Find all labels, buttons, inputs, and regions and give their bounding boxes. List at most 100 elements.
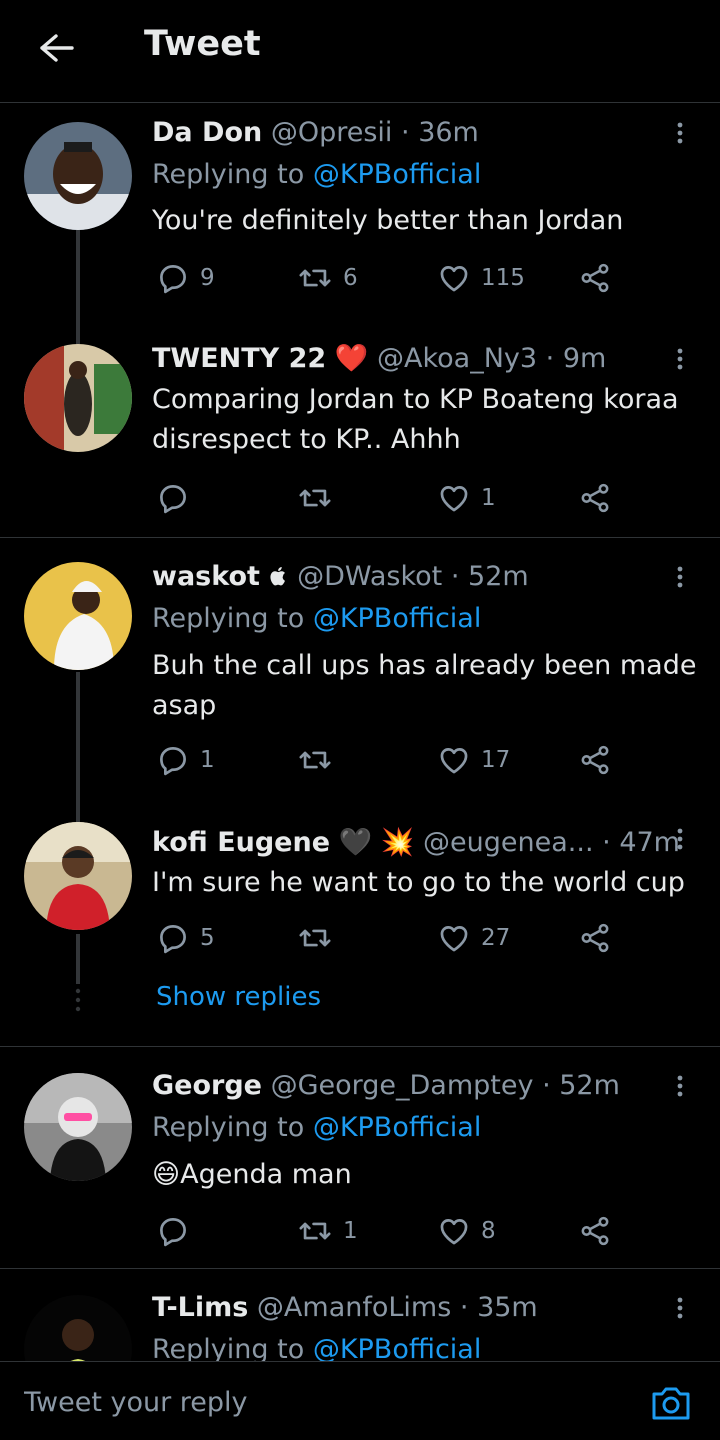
display-name[interactable]: George	[152, 1070, 262, 1101]
user-handle[interactable]: @Akoa_Ny3	[377, 343, 537, 374]
reply-tweet[interactable]: waskot @DWaskot · 52m Replying to @KPBof…	[0, 538, 720, 794]
tweet-header: George @George_Damptey · 52m	[152, 1069, 620, 1103]
tweet-header: T-Lims @AmanfoLims · 35m	[152, 1291, 538, 1325]
timestamp[interactable]: 52m	[468, 561, 529, 592]
share-icon	[578, 261, 612, 295]
user-handle[interactable]: @DWaskot	[297, 561, 442, 592]
timestamp[interactable]: 36m	[418, 117, 479, 148]
mention-link[interactable]: @KPBofficial	[313, 1112, 482, 1143]
like-button[interactable]: 1	[437, 478, 496, 518]
share-button[interactable]	[578, 740, 612, 780]
share-button[interactable]	[578, 918, 612, 958]
reply-tweet[interactable]: TWENTY 22 ❤️ @Akoa_Ny3 · 9m Comparing Jo…	[0, 334, 720, 536]
more-options-button[interactable]	[664, 1069, 696, 1103]
mention-link[interactable]: @KPBofficial	[313, 1334, 482, 1361]
retweet-icon	[297, 743, 333, 777]
reply-icon	[156, 261, 190, 295]
more-options-button[interactable]	[664, 116, 696, 150]
avatar[interactable]	[24, 822, 132, 930]
reply-count: 9	[200, 265, 215, 291]
mention-link[interactable]: @KPBofficial	[313, 603, 482, 634]
separator-dot: ·	[602, 827, 611, 858]
retweet-button[interactable]	[297, 478, 343, 518]
avatar[interactable]	[24, 562, 132, 670]
heart-icon	[437, 261, 471, 295]
more-options-button[interactable]	[664, 822, 696, 856]
share-icon	[578, 1214, 612, 1248]
tweet-header: kofi Eugene 🖤 💥 @eugenea... · 47m	[152, 826, 680, 860]
like-button[interactable]: 27	[437, 918, 510, 958]
avatar[interactable]	[24, 1073, 132, 1181]
tweet-reply-input[interactable]	[24, 1382, 624, 1422]
grinning-emoji: 😄	[152, 1159, 181, 1190]
retweet-button[interactable]: 6	[297, 258, 358, 298]
share-button[interactable]	[578, 1211, 612, 1251]
thread-continuation-dots	[72, 988, 84, 1016]
like-button[interactable]: 8	[437, 1211, 496, 1251]
back-button[interactable]	[36, 28, 76, 68]
share-button[interactable]	[578, 258, 612, 298]
tweet-header: Da Don @Opresii · 36m	[152, 116, 479, 150]
more-options-button[interactable]	[664, 342, 696, 376]
more-vertical-icon	[676, 347, 684, 371]
share-icon	[578, 921, 612, 955]
tweet-header: waskot @DWaskot · 52m	[152, 560, 529, 594]
timestamp[interactable]: 35m	[477, 1292, 538, 1323]
tweet-text: I'm sure he want to go to the world cup	[152, 867, 685, 898]
retweet-button[interactable]	[297, 918, 343, 958]
reply-tweet[interactable]: T-Lims @AmanfoLims · 35m Replying to @KP…	[0, 1269, 720, 1361]
show-replies-link[interactable]: Show replies	[156, 982, 321, 1012]
like-button[interactable]: 115	[437, 258, 525, 298]
camera-icon	[652, 1387, 690, 1420]
tweet-text: You're definitely better than Jordan	[152, 205, 624, 236]
replying-to-label: Replying to	[152, 159, 305, 190]
heart-icon	[437, 921, 471, 955]
reply-tweet[interactable]: Da Don @Opresii · 36m Replying to @KPBof…	[0, 104, 720, 334]
camera-button[interactable]	[648, 1380, 694, 1426]
display-name[interactable]: kofi Eugene	[152, 827, 330, 858]
user-handle[interactable]: @Opresii	[271, 117, 393, 148]
action-bar: 5 27	[152, 918, 622, 958]
display-name[interactable]: Da Don	[152, 117, 262, 148]
timestamp[interactable]: 52m	[559, 1070, 620, 1101]
user-handle[interactable]: @George_Damptey	[271, 1070, 534, 1101]
avatar[interactable]	[24, 344, 132, 452]
tweet-text-body: Agenda man	[180, 1159, 352, 1190]
apple-icon	[269, 567, 285, 586]
user-handle[interactable]: @AmanfoLims	[257, 1292, 451, 1323]
reply-tweet[interactable]: kofi Eugene 🖤 💥 @eugenea... · 47m I'm su…	[0, 794, 720, 964]
display-name[interactable]: T-Lims	[152, 1292, 248, 1323]
mention-link[interactable]: @KPBofficial	[313, 159, 482, 190]
avatar[interactable]	[24, 1295, 132, 1361]
reply-timeline[interactable]: Da Don @Opresii · 36m Replying to @KPBof…	[0, 104, 720, 1361]
reply-composer	[0, 1361, 720, 1440]
timestamp[interactable]: 9m	[563, 343, 606, 374]
separator-dot: ·	[542, 1070, 551, 1101]
more-options-button[interactable]	[664, 560, 696, 594]
share-button[interactable]	[578, 478, 612, 518]
reply-button[interactable]: 5	[156, 918, 215, 958]
reply-button[interactable]: 1	[156, 740, 215, 780]
avatar[interactable]	[24, 122, 132, 230]
reply-button[interactable]	[156, 478, 200, 518]
tweet-text: 😄Agenda man	[152, 1155, 697, 1195]
retweet-button[interactable]: 1	[297, 1211, 358, 1251]
user-handle[interactable]: @eugenea...	[423, 827, 594, 858]
arrow-left-icon	[40, 34, 74, 62]
reply-button[interactable]	[156, 1211, 200, 1251]
retweet-icon	[297, 1214, 333, 1248]
display-name[interactable]: TWENTY 22	[152, 343, 326, 374]
reply-button[interactable]: 9	[156, 258, 215, 298]
action-bar: 1	[152, 478, 622, 518]
reply-icon	[156, 1214, 190, 1248]
retweet-count: 6	[343, 265, 358, 291]
display-name[interactable]: waskot	[152, 561, 260, 592]
reply-count: 1	[200, 747, 215, 773]
like-count: 8	[481, 1218, 496, 1244]
reply-tweet[interactable]: George @George_Damptey · 52m Replying to…	[0, 1047, 720, 1269]
like-button[interactable]: 17	[437, 740, 510, 780]
retweet-button[interactable]	[297, 740, 343, 780]
reply-icon	[156, 921, 190, 955]
more-options-button[interactable]	[664, 1291, 696, 1325]
action-bar: 9 6 115	[152, 258, 622, 298]
